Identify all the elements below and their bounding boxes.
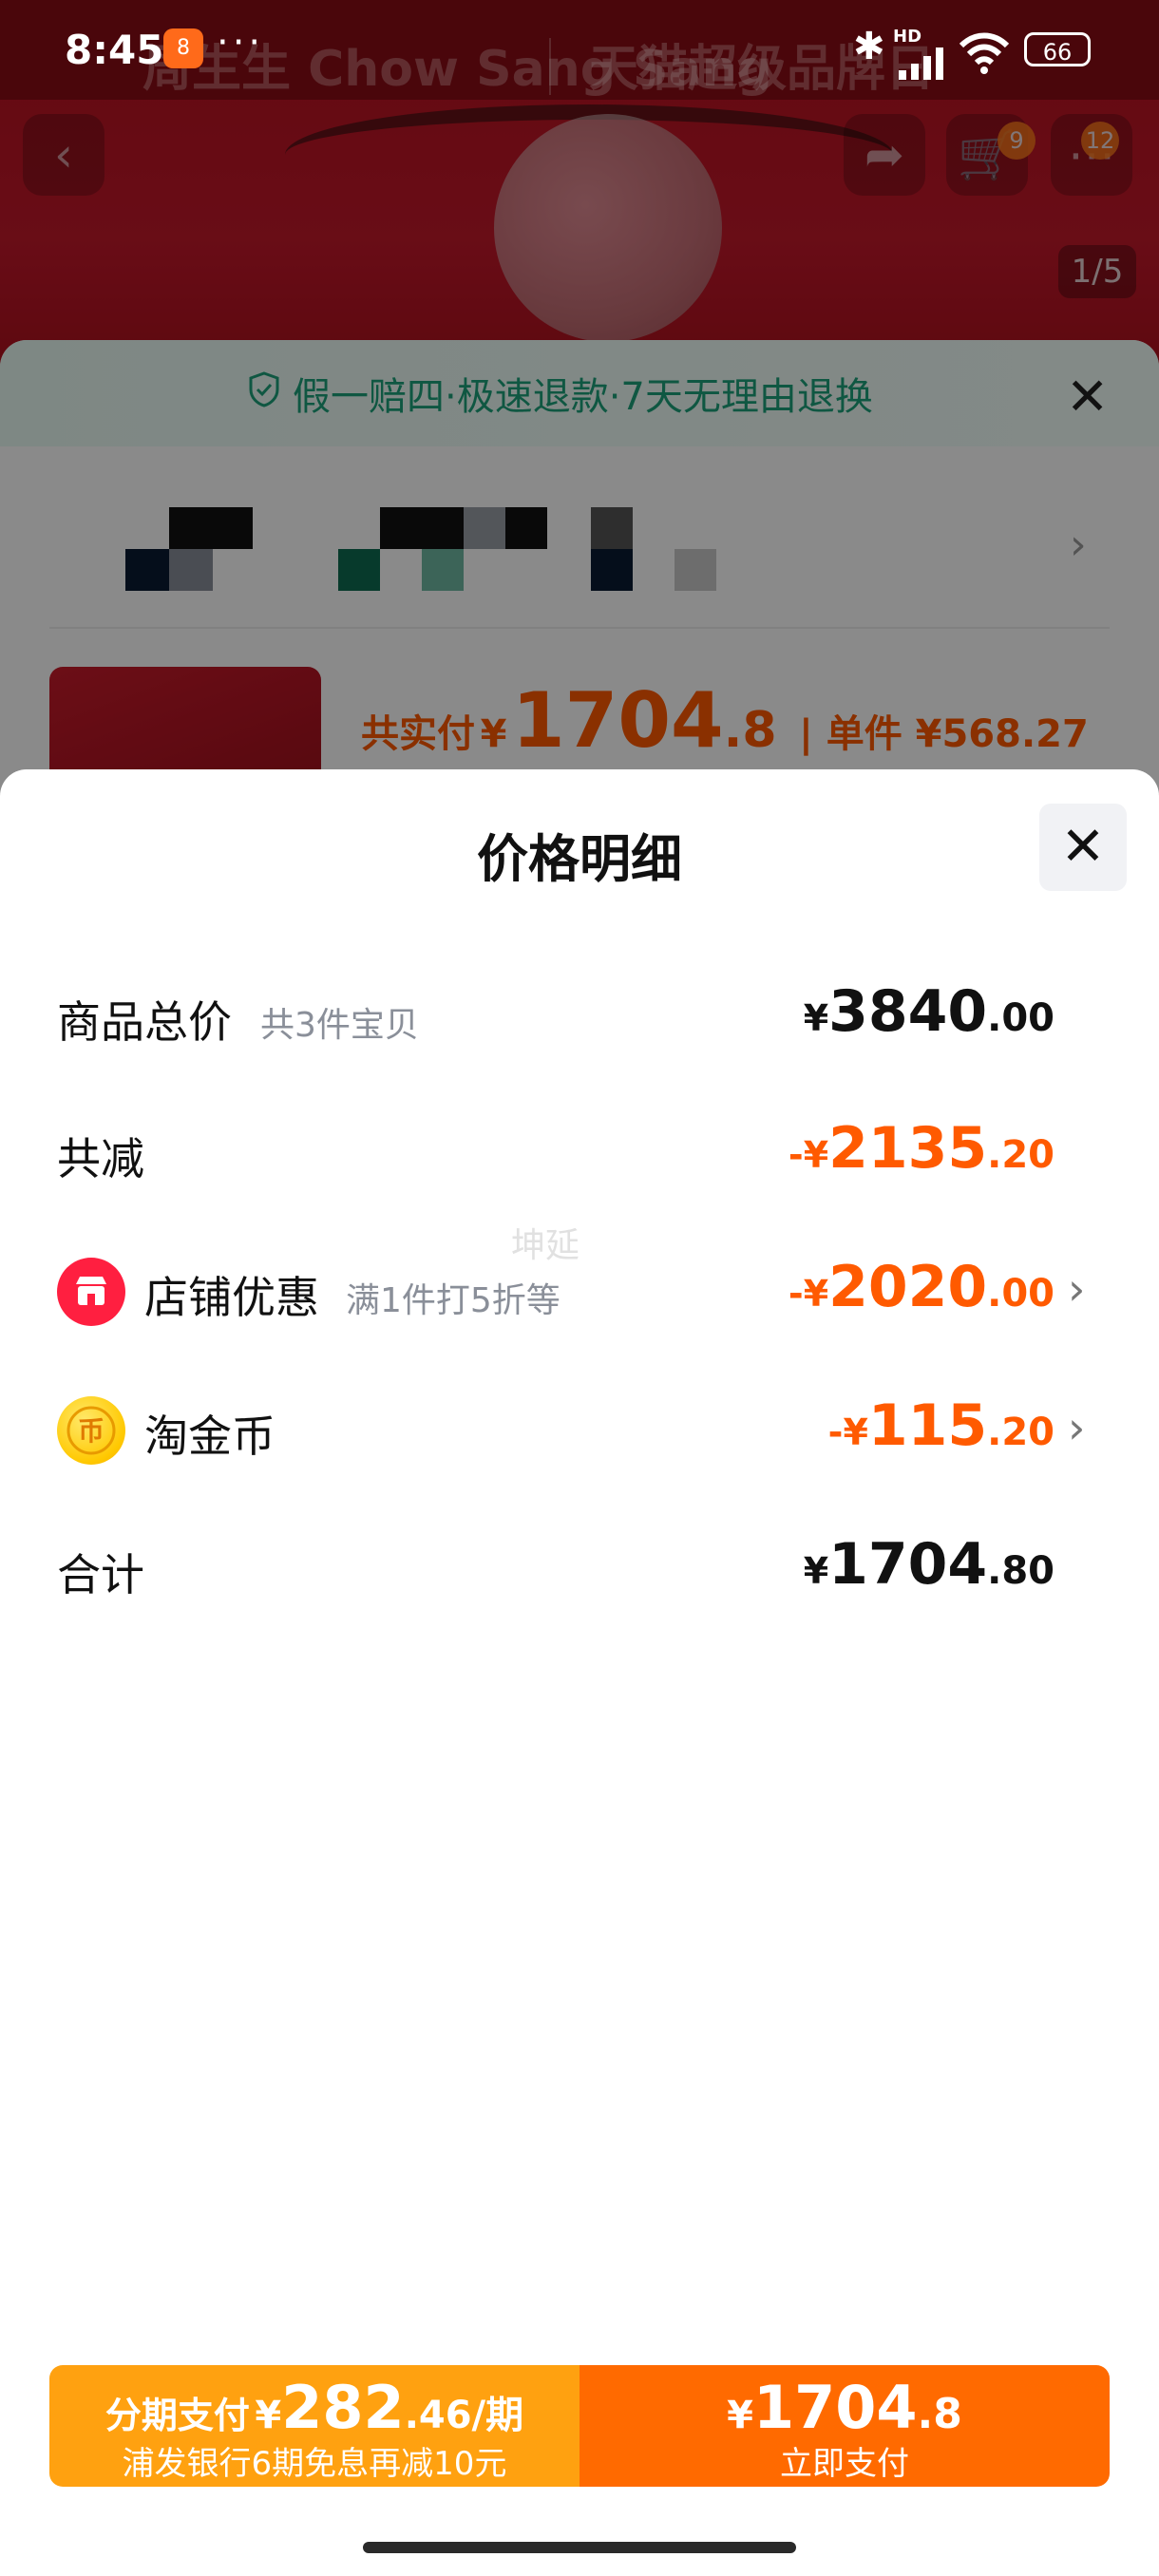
- subtotal-note: 共3件宝贝: [260, 1006, 419, 1045]
- pay-amount: ¥1704.8: [727, 2373, 962, 2442]
- installment-promo: 浦发银行6期免息再减10元: [122, 2445, 507, 2483]
- shop-icon: [57, 1258, 125, 1326]
- taojinbi-amount: -¥115.20: [827, 1392, 1054, 1459]
- status-time: 8:45: [65, 27, 164, 73]
- row-shop-discount[interactable]: 店铺优惠 满1件打5折等 -¥2020.00 ›: [0, 1246, 1159, 1332]
- signal-icon: [899, 47, 943, 80]
- subtotal-label: 商品总价: [57, 996, 232, 1048]
- battery-icon: 66: [1024, 32, 1091, 66]
- shop-discount-amount: -¥2020.00: [788, 1254, 1054, 1320]
- row-subtotal: 商品总价 共3件宝贝 ¥3840.00: [0, 971, 1159, 1056]
- total-label: 合计: [57, 1549, 144, 1601]
- installment-pay-button[interactable]: 分期支付 ¥282.46/期 浦发银行6期免息再减10元: [49, 2365, 580, 2487]
- close-button[interactable]: ✕: [1039, 804, 1127, 891]
- shop-discount-note: 满1件打5折等: [346, 1281, 560, 1320]
- app-notification-icon: 8: [163, 28, 203, 68]
- sheet-title: 价格明细: [477, 829, 682, 889]
- row-taojinbi[interactable]: 币 淘金币 -¥115.20 ›: [0, 1385, 1159, 1470]
- status-bar: 8:45 8 ··· ✱ HD 66: [0, 0, 1159, 100]
- close-icon: ✕: [1060, 816, 1106, 878]
- taojinbi-label: 淘金币: [144, 1411, 276, 1462]
- chevron-right-icon: ›: [1068, 1263, 1086, 1315]
- discount-amount: -¥2135.20: [788, 1115, 1054, 1182]
- installment-price: 分期支付 ¥282.46/期: [104, 2373, 524, 2442]
- discount-label: 共减: [57, 1133, 144, 1184]
- network-type: HD: [893, 27, 922, 47]
- bluetooth-icon: ✱: [853, 25, 885, 68]
- overflow-notification-icon: ···: [217, 21, 265, 65]
- home-indicator[interactable]: [363, 2542, 796, 2553]
- wifi-icon: [959, 32, 1010, 74]
- chevron-right-icon: ›: [1068, 1402, 1086, 1453]
- row-discount-total: 共减 -¥2135.20: [0, 1108, 1159, 1193]
- pay-now-label: 立即支付: [780, 2445, 909, 2483]
- svg-text:币: 币: [78, 1415, 104, 1447]
- subtotal-amount: ¥3840.00: [803, 978, 1054, 1045]
- coin-icon: 币: [57, 1396, 125, 1465]
- pay-now-button[interactable]: ¥1704.8 立即支付: [580, 2365, 1110, 2487]
- row-total: 合计 ¥1704.80: [0, 1524, 1159, 1609]
- shop-discount-label: 店铺优惠: [144, 1272, 319, 1323]
- total-amount: ¥1704.80: [803, 1531, 1054, 1598]
